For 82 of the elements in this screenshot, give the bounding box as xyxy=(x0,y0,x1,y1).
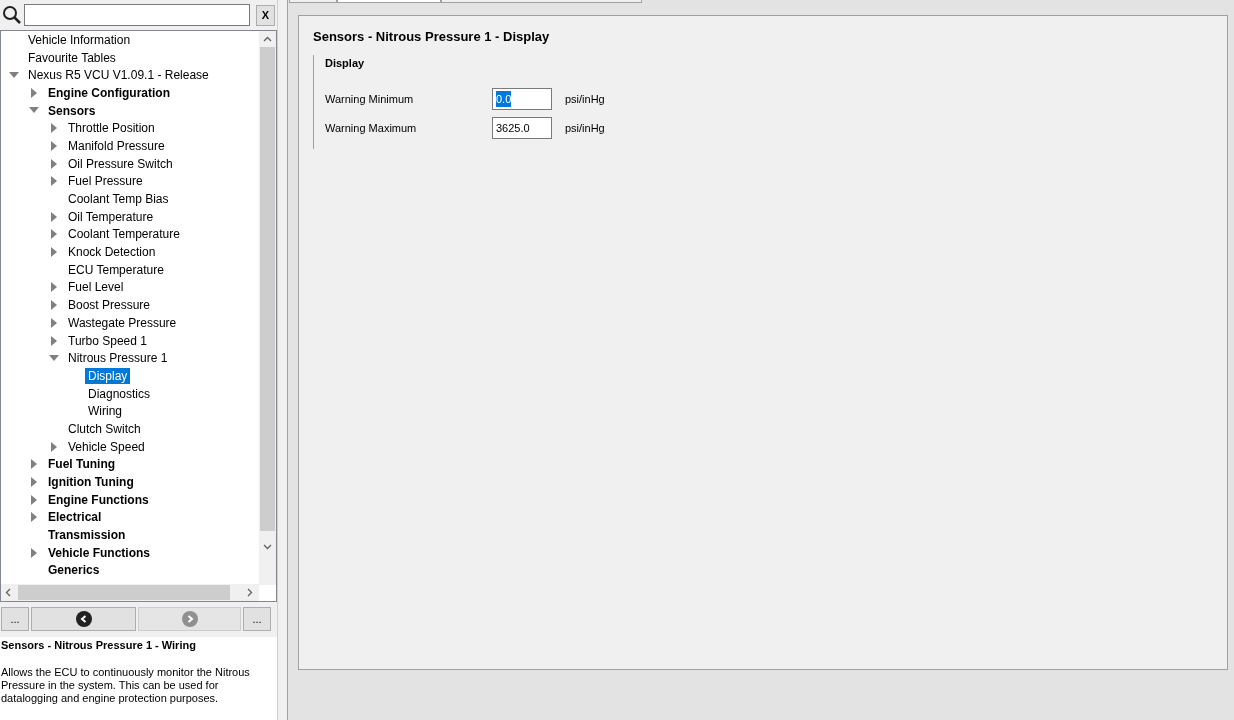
collapsed-arrow-icon[interactable] xyxy=(30,494,38,505)
field-label: Warning Maximum xyxy=(325,120,418,136)
scroll-down-icon[interactable] xyxy=(263,544,272,550)
tree-item[interactable]: Electrical xyxy=(45,509,105,526)
vertical-scrollbar[interactable] xyxy=(259,31,276,585)
scroll-right-icon[interactable] xyxy=(247,588,253,597)
collapsed-arrow-icon[interactable] xyxy=(30,459,38,470)
collapsed-arrow-icon[interactable] xyxy=(50,317,58,328)
tree-item[interactable]: Oil Pressure Switch xyxy=(65,155,176,172)
collapsed-arrow-icon[interactable] xyxy=(50,300,58,311)
tree-item[interactable]: Favourite Tables xyxy=(25,49,119,66)
collapsed-arrow-icon[interactable] xyxy=(50,247,58,258)
tab[interactable] xyxy=(337,0,441,3)
page-title: Sensors - Nitrous Pressure 1 - Display xyxy=(313,28,551,46)
tree-item[interactable]: Boost Pressure xyxy=(65,297,154,314)
scroll-thumb[interactable] xyxy=(260,47,275,531)
field-value: 0.0 xyxy=(496,90,512,108)
tree-item[interactable]: Ignition Tuning xyxy=(45,474,137,491)
collapsed-arrow-icon[interactable] xyxy=(30,512,38,523)
description-title: Sensors - Nitrous Pressure 1 - Wiring xyxy=(1,638,197,652)
expanded-arrow-icon[interactable] xyxy=(49,354,59,362)
search-field[interactable] xyxy=(24,4,250,26)
tree-item[interactable]: Engine Configuration xyxy=(45,84,173,101)
tree-item[interactable]: Vehicle Functions xyxy=(45,544,154,561)
tree-item[interactable]: Generics xyxy=(45,562,103,579)
tab[interactable] xyxy=(289,0,337,3)
collapsed-arrow-icon[interactable] xyxy=(50,441,58,452)
collapsed-arrow-icon[interactable] xyxy=(50,211,58,222)
tree-item[interactable]: Turbo Speed 1 xyxy=(65,332,150,349)
unit-label: psi/inHg xyxy=(565,120,605,136)
scroll-up-icon[interactable] xyxy=(263,36,272,42)
tree-item[interactable]: Coolant Temperature xyxy=(65,226,183,243)
tree-item[interactable]: Vehicle Speed xyxy=(65,438,148,455)
unit-label: psi/inHg xyxy=(565,91,605,107)
collapsed-arrow-icon[interactable] xyxy=(30,87,38,98)
tree-item[interactable]: Nitrous Pressure 1 xyxy=(65,350,171,367)
tree-item[interactable]: Vehicle Information xyxy=(25,31,134,48)
more-button[interactable]: ... xyxy=(1,607,29,631)
back-button[interactable] xyxy=(31,607,136,631)
collapsed-arrow-icon[interactable] xyxy=(50,123,58,134)
collapsed-arrow-icon[interactable] xyxy=(50,158,58,169)
tree-item[interactable]: Coolant Temp Bias xyxy=(65,191,172,208)
field-value: 3625.0 xyxy=(496,120,530,136)
collapsed-arrow-icon[interactable] xyxy=(50,282,58,293)
group-title: Display xyxy=(325,56,366,70)
tab[interactable] xyxy=(441,0,642,3)
collapsed-arrow-icon[interactable] xyxy=(30,547,38,558)
more-button[interactable]: ... xyxy=(243,607,271,631)
collapsed-arrow-icon[interactable] xyxy=(50,140,58,151)
tree-item[interactable]: Engine Functions xyxy=(45,491,152,508)
description-text: Allows the ECU to continuously monitor the Nitrous Pressure in the system. This can be used for datalogging and engine protection purposes. xyxy=(1,666,251,705)
collapsed-arrow-icon[interactable] xyxy=(50,176,58,187)
tree-item[interactable]: Diagnostics xyxy=(85,385,154,402)
tree-item[interactable]: Wastegate Pressure xyxy=(65,314,180,331)
tree-item[interactable]: Knock Detection xyxy=(65,244,159,261)
number-field[interactable]: 0.0 xyxy=(492,88,552,110)
tree-item[interactable]: Oil Temperature xyxy=(65,208,157,225)
tree-item[interactable]: Nexus R5 VCU V1.09.1 - Release xyxy=(25,67,212,84)
splitter[interactable] xyxy=(277,0,288,720)
search-icon xyxy=(2,5,22,25)
collapsed-arrow-icon[interactable] xyxy=(50,229,58,240)
tree-item[interactable]: Transmission xyxy=(45,527,129,544)
number-field[interactable]: 3625.0 xyxy=(492,117,552,139)
tree-item[interactable]: Wiring xyxy=(85,403,125,420)
horizontal-scrollbar[interactable] xyxy=(1,584,259,601)
clear-search-button[interactable]: X xyxy=(256,4,275,26)
tree-item[interactable]: Sensors xyxy=(45,102,99,119)
tree-item[interactable]: Fuel Level xyxy=(65,279,127,296)
tree-item[interactable]: Clutch Switch xyxy=(65,420,144,437)
tree-item[interactable]: Fuel Pressure xyxy=(65,173,146,190)
tree-item[interactable]: Throttle Position xyxy=(65,120,158,137)
collapsed-arrow-icon[interactable] xyxy=(50,335,58,346)
tree-item[interactable]: ECU Temperature xyxy=(65,261,167,278)
expanded-arrow-icon[interactable] xyxy=(9,71,19,79)
collapsed-arrow-icon[interactable] xyxy=(30,477,38,488)
field-label: Warning Minimum xyxy=(325,91,415,107)
expanded-arrow-icon[interactable] xyxy=(29,107,39,115)
scroll-left-icon[interactable] xyxy=(5,588,11,597)
tree-item[interactable]: Manifold Pressure xyxy=(65,137,168,154)
scroll-thumb[interactable] xyxy=(18,585,230,600)
tree-item[interactable]: Display xyxy=(85,367,131,384)
tree-item[interactable]: Fuel Tuning xyxy=(45,456,119,473)
